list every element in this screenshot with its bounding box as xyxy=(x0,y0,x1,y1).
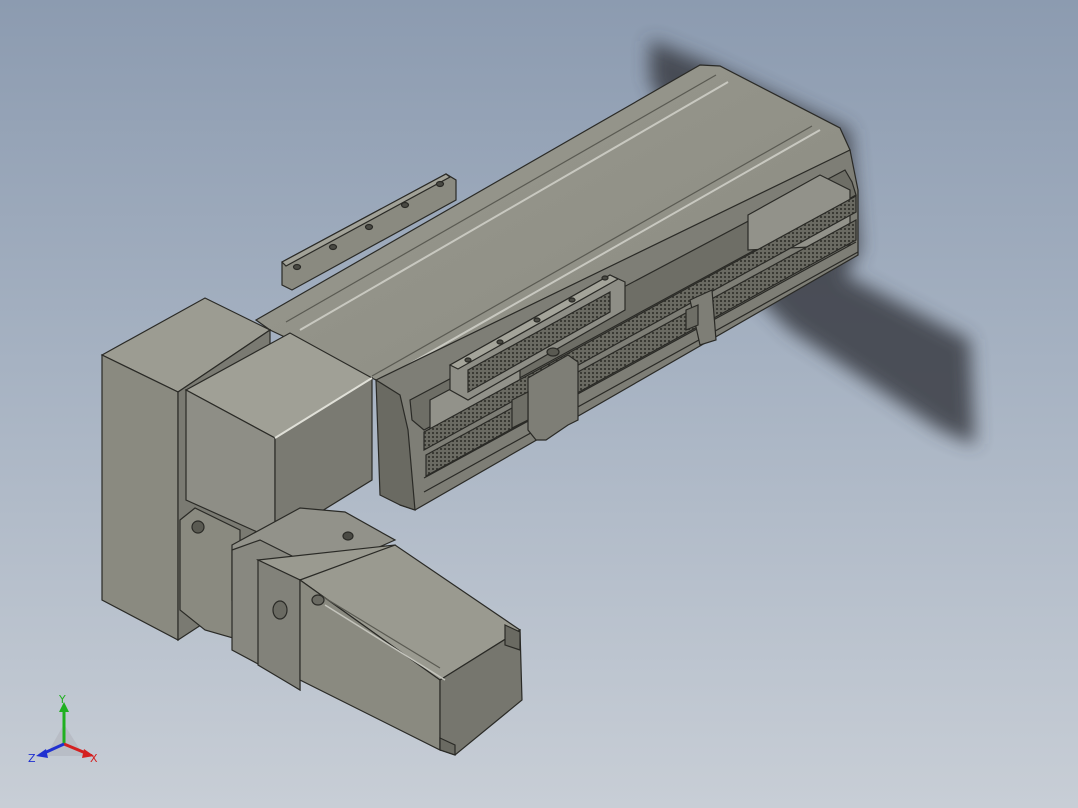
orientation-triad[interactable]: Y X Z xyxy=(26,694,106,766)
3d-model-scene[interactable] xyxy=(0,0,1078,808)
servo-motor xyxy=(231,539,523,756)
z-axis-label: Z xyxy=(28,752,36,765)
x-axis-label: X xyxy=(90,752,98,765)
y-axis-label: Y xyxy=(58,694,66,706)
z-arrow-icon xyxy=(36,749,48,758)
graphics-viewport[interactable]: Y X Z xyxy=(0,0,1078,808)
